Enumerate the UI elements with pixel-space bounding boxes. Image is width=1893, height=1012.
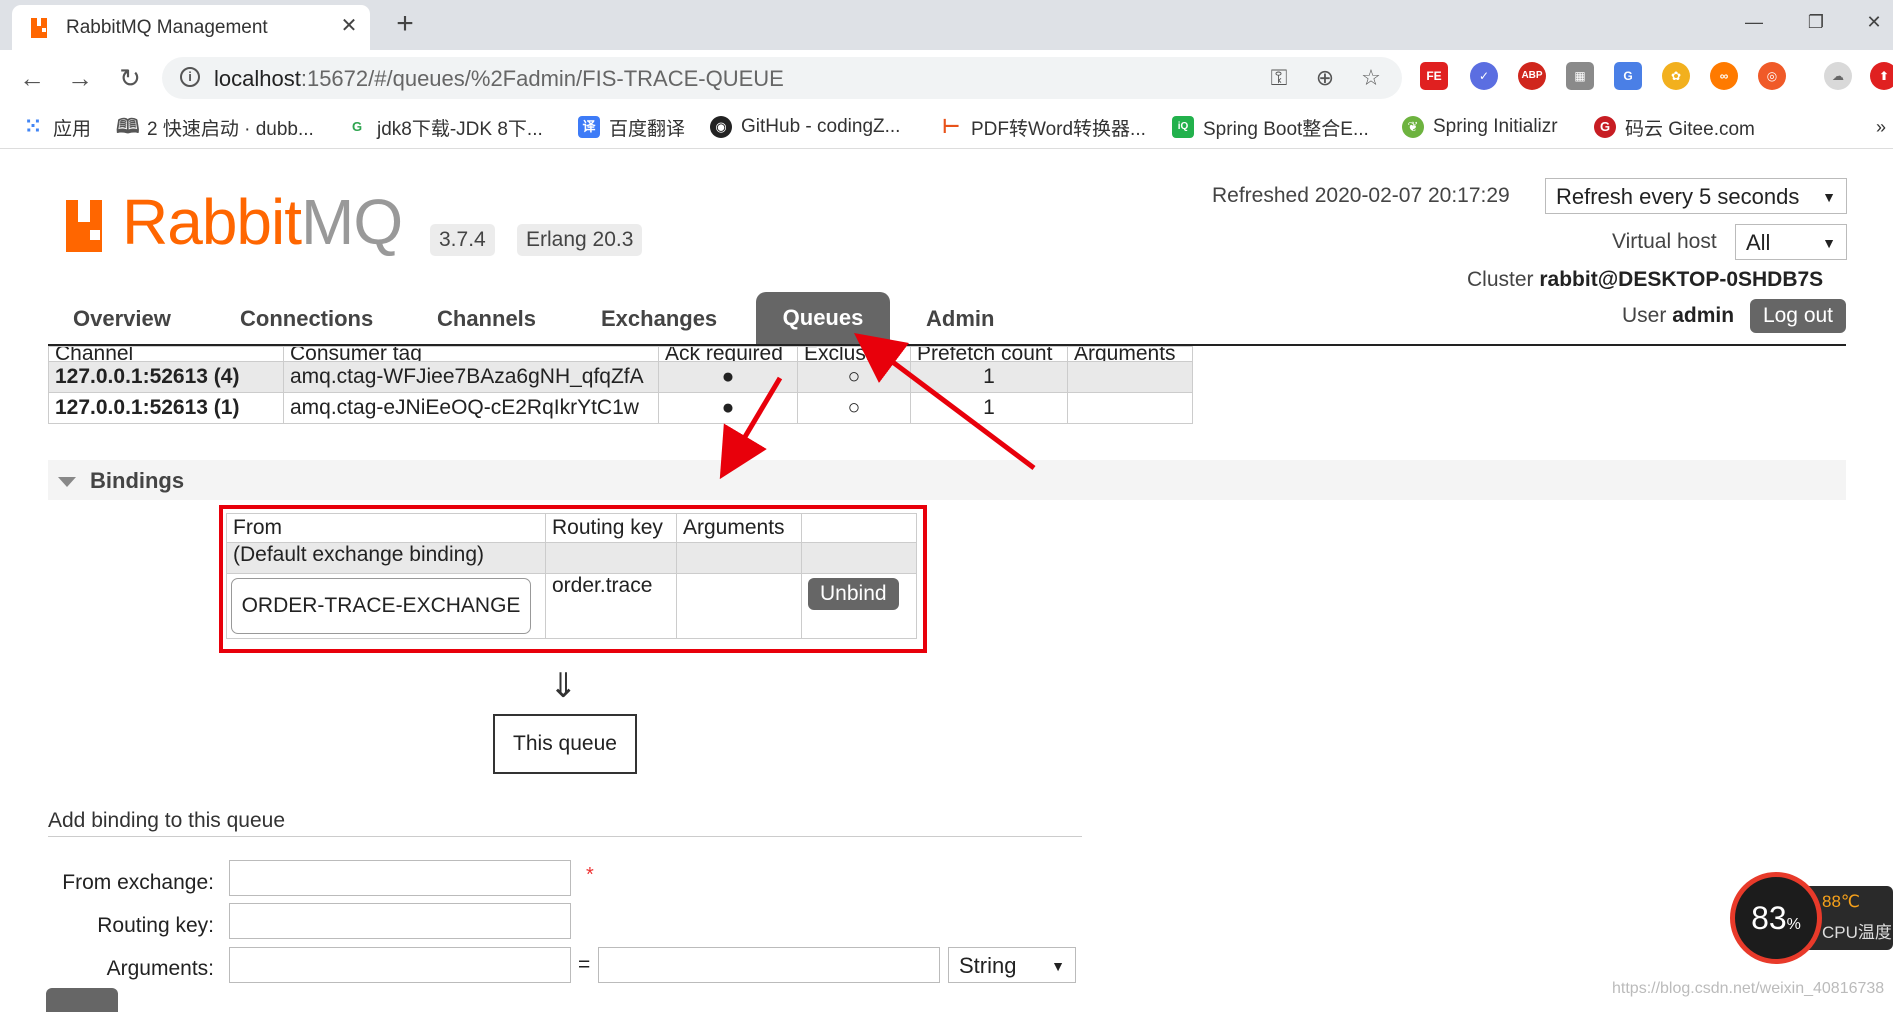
annotation-arrows	[719, 333, 1036, 480]
arrow-to-bindings	[719, 376, 783, 480]
cpu-percent: 83	[1751, 900, 1787, 936]
cpu-temp-label: CPU温度	[1822, 923, 1892, 942]
cpu-monitor-widget[interactable]: 83% 88℃ CPU温度	[1730, 872, 1893, 964]
watermark: https://blog.csdn.net/weixin_40816738	[1612, 980, 1885, 997]
cpu-usage-gauge: 83%	[1730, 872, 1822, 964]
cpu-percent-unit: %	[1786, 916, 1801, 933]
cpu-temp: 88℃	[1822, 892, 1861, 911]
arrow-to-queues-tab	[854, 333, 1036, 470]
